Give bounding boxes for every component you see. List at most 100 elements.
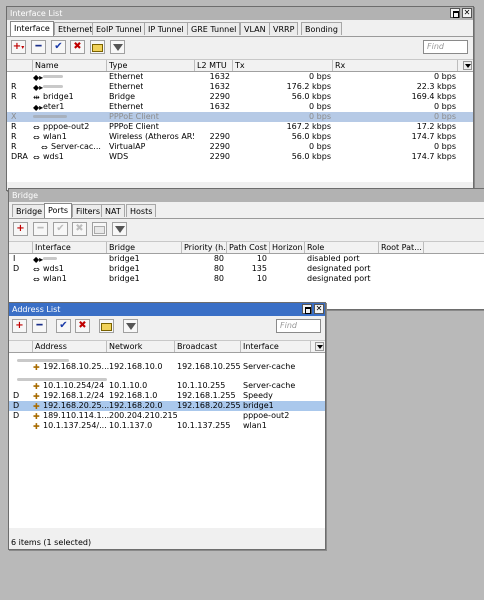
- window-title: Interface List: [10, 9, 63, 18]
- bridge-window: Bridge Bridge Ports Filters NAT Hosts + …: [8, 188, 484, 310]
- table-row[interactable]: D ✚ 189.110.114.1... 200.204.210.215 pppo…: [9, 411, 325, 421]
- tab-ports[interactable]: Ports: [44, 203, 73, 218]
- restore-icon[interactable]: [450, 8, 460, 18]
- table-row-selected[interactable]: D ✚ 192.168.20.25... 192.168.20.0 192.168…: [9, 401, 325, 411]
- wds-icon: ⇔: [33, 265, 40, 274]
- col-root-path[interactable]: Root Pat...: [379, 242, 424, 253]
- restore-icon[interactable]: [302, 304, 312, 314]
- table-row[interactable]: R ⇹ bridge1 Bridge 2290 56.0 kbps 169.4 k…: [7, 92, 473, 102]
- col-bridge[interactable]: Bridge: [107, 242, 182, 253]
- interface-table: ◆▸ Ethernet 1632 0 bps 0 bps R ◆▸ Ethern…: [7, 72, 473, 182]
- tab-nat[interactable]: NAT: [101, 204, 125, 217]
- bridge-tabs: Bridge Ports Filters NAT Hosts: [9, 202, 484, 219]
- tab-filters[interactable]: Filters: [72, 204, 104, 217]
- redacted-name: [33, 115, 67, 118]
- col-rx[interactable]: Rx: [333, 60, 458, 71]
- bridge-ports-header: Interface Bridge Priority (h... Path Cos…: [9, 241, 484, 254]
- col-path-cost[interactable]: Path Cost: [227, 242, 270, 253]
- col-address[interactable]: Address: [33, 341, 107, 352]
- tab-bridge[interactable]: Bridge: [12, 204, 47, 217]
- table-row[interactable]: D ✚ 192.168.1.2/24 192.168.1.0 192.168.1.…: [9, 391, 325, 401]
- enable-button[interactable]: ✔: [51, 40, 66, 54]
- remove-button[interactable]: ━: [31, 40, 46, 54]
- col-l2mtu[interactable]: L2 MTU: [195, 60, 233, 71]
- col-role[interactable]: Role: [305, 242, 379, 253]
- tab-vrrp[interactable]: VRRP: [269, 22, 299, 35]
- col-horizon[interactable]: Horizon: [270, 242, 305, 253]
- tab-ethernet[interactable]: Ethernet: [54, 22, 97, 35]
- table-row[interactable]: X PPPoE Client 0 bps 0 bps: [7, 112, 473, 122]
- filter-button[interactable]: [110, 40, 125, 54]
- table-row[interactable]: ◆▸eter1 Ethernet 1632 0 bps 0 bps: [7, 102, 473, 112]
- table-row[interactable]: ◆▸ Ethernet 1632 0 bps 0 bps: [7, 72, 473, 82]
- find-input[interactable]: Find: [276, 319, 321, 333]
- comment-button[interactable]: [99, 319, 114, 333]
- add-button[interactable]: +: [13, 222, 28, 236]
- address-icon: ✚: [33, 363, 40, 372]
- col-priority[interactable]: Priority (h...: [182, 242, 227, 253]
- close-icon[interactable]: ✕: [314, 304, 324, 314]
- close-icon[interactable]: ✕: [462, 8, 472, 18]
- disable-button[interactable]: ✖: [70, 40, 85, 54]
- address-list-titlebar[interactable]: Address List ✕: [9, 303, 325, 316]
- filter-button[interactable]: [123, 319, 138, 333]
- column-menu-icon[interactable]: [463, 61, 472, 70]
- column-menu-icon[interactable]: [315, 342, 324, 351]
- table-row[interactable]: ⇔ wlan1 bridge1 80 10 designated port: [9, 274, 484, 284]
- tab-gre-tunnel[interactable]: GRE Tunnel: [187, 22, 241, 35]
- disable-button[interactable]: ✖: [75, 319, 90, 333]
- col-interface[interactable]: Interface: [241, 341, 311, 352]
- enable-button[interactable]: ✔: [53, 222, 68, 236]
- virtual-ap-icon: ⇔: [41, 143, 48, 152]
- col-type[interactable]: Type: [107, 60, 195, 71]
- ethernet-icon: ◆▸: [33, 103, 44, 112]
- col-network[interactable]: Network: [107, 341, 175, 352]
- tab-ip-tunnel[interactable]: IP Tunnel: [144, 22, 188, 35]
- interface-list-titlebar[interactable]: Interface List ✕: [7, 7, 473, 20]
- comment-button[interactable]: [92, 222, 107, 236]
- table-row[interactable]: R ⇔ pppoe-out2 PPPoE Client 167.2 kbps 17…: [7, 122, 473, 132]
- interface-list-window: Interface List ✕ Interface Ethernet EoIP…: [6, 6, 474, 191]
- window-title: Bridge: [12, 191, 39, 200]
- col-broadcast[interactable]: Broadcast: [175, 341, 241, 352]
- address-toolbar: + ━ ✔ ✖ Find: [9, 316, 325, 340]
- remove-button[interactable]: ━: [33, 222, 48, 236]
- table-row[interactable]: ✚ 192.168.10.25... 192.168.10.0 192.168.1…: [9, 362, 325, 372]
- redacted-name: [43, 75, 63, 78]
- bridge-titlebar[interactable]: Bridge: [9, 189, 484, 202]
- remove-button[interactable]: ━: [32, 319, 47, 333]
- redacted-name: [43, 85, 63, 88]
- col-interface[interactable]: Interface: [33, 242, 107, 253]
- tab-bonding[interactable]: Bonding: [301, 22, 342, 35]
- table-row[interactable]: ✚ 10.1.10.254/24 10.1.10.0 10.1.10.255 Se…: [9, 381, 325, 391]
- filter-button[interactable]: [112, 222, 127, 236]
- tab-interface[interactable]: Interface: [10, 21, 54, 36]
- table-row[interactable]: I ◆▸ bridge1 80 10 disabled port: [9, 254, 484, 264]
- table-row[interactable]: D ⇔ wds1 bridge1 80 135 designated port: [9, 264, 484, 274]
- disable-button[interactable]: ✖: [72, 222, 87, 236]
- filter-icon: [112, 44, 123, 51]
- comment-button[interactable]: [90, 40, 105, 54]
- find-input[interactable]: Find: [423, 40, 468, 54]
- tab-vlan[interactable]: VLAN: [240, 22, 270, 35]
- table-row[interactable]: R ⇔ Server-cac... VirtualAP 2290 0 bps 0 …: [7, 142, 473, 152]
- col-name[interactable]: Name: [33, 60, 107, 71]
- comment-row: [9, 372, 325, 381]
- table-row[interactable]: ✚ 10.1.137.254/... 10.1.137.0 10.1.137.25…: [9, 421, 325, 431]
- address-icon: ✚: [33, 382, 40, 391]
- ethernet-icon: ◆▸: [33, 83, 44, 92]
- enable-button[interactable]: ✔: [56, 319, 71, 333]
- table-row[interactable]: DRA ⇔ wds1 WDS 2290 56.0 kbps 174.7 kbps: [7, 152, 473, 162]
- col-tx[interactable]: Tx: [233, 60, 333, 71]
- add-button[interactable]: +: [12, 319, 27, 333]
- comment-icon: [101, 323, 112, 331]
- tab-hosts[interactable]: Hosts: [126, 204, 157, 217]
- wds-icon: ⇔: [33, 153, 40, 162]
- table-row[interactable]: R ◆▸ Ethernet 1632 176.2 kbps 22.3 kbps: [7, 82, 473, 92]
- address-icon: ✚: [33, 392, 40, 401]
- interface-table-header: Name Type L2 MTU Tx Rx: [7, 59, 473, 72]
- table-row[interactable]: R ⇔wlan1 Wireless (Atheros AR5... 2290 5…: [7, 132, 473, 142]
- tab-eoip-tunnel[interactable]: EoIP Tunnel: [92, 22, 146, 35]
- add-button[interactable]: +▾: [11, 40, 26, 54]
- comment-icon: [92, 44, 103, 52]
